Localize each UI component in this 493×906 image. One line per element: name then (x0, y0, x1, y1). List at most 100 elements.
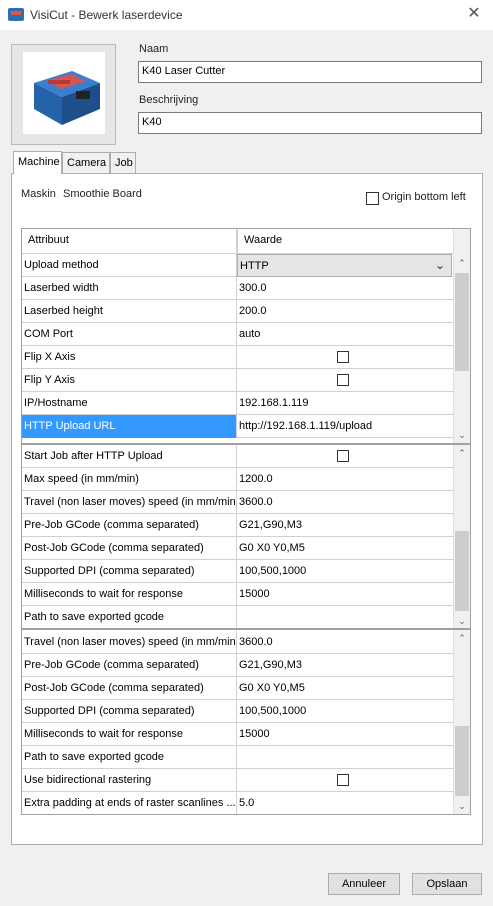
attribute-value[interactable]: 300.0 (237, 277, 452, 300)
properties-table-top: Attribuut Waarde Upload method HTTP ⌄ Laser… (21, 228, 471, 444)
table-scrollbar-top[interactable]: ⌃ ⌄ (453, 229, 470, 443)
scroll-up-icon[interactable]: ⌃ (454, 630, 470, 647)
table-row[interactable]: Laserbed width 300.0 (22, 277, 454, 300)
attribute-value[interactable]: G0 X0 Y0,M5 (237, 677, 452, 700)
attribute-value[interactable]: G21,G90,M3 (237, 514, 452, 537)
attribute-value[interactable]: G0 X0 Y0,M5 (237, 537, 452, 560)
attribute-value[interactable] (237, 346, 452, 369)
attribute-value[interactable]: 100,500,1000 (237, 700, 452, 723)
table-row[interactable]: Milliseconds to wait for response 15000 (22, 723, 454, 746)
table-row[interactable]: Flip Y Axis (22, 369, 454, 392)
attribute-value-text: 100,500,1000 (239, 565, 307, 577)
table-row[interactable]: Extra padding at ends of raster scanline… (22, 792, 454, 814)
table-scrollbar-middle[interactable]: ⌃ ⌄ (453, 445, 470, 628)
scroll-thumb[interactable] (455, 726, 469, 796)
value-checkbox[interactable] (337, 450, 349, 462)
scroll-down-icon[interactable]: ⌄ (454, 427, 470, 443)
attribute-value[interactable]: 192.168.1.119 (237, 392, 452, 415)
tab-job[interactable]: Job (110, 152, 136, 173)
value-checkbox[interactable] (337, 374, 349, 386)
table-row[interactable]: Flip X Axis (22, 346, 454, 369)
table-row[interactable]: Post-Job GCode (comma separated) G0 X0 Y0… (22, 537, 454, 560)
close-icon[interactable]: ✕ (465, 5, 483, 23)
attribute-value[interactable] (237, 369, 452, 392)
attribute-value-text: 3600.0 (239, 636, 273, 648)
scroll-up-icon[interactable]: ⌃ (454, 255, 470, 272)
table-row[interactable]: Start Job after HTTP Upload (22, 445, 454, 468)
table-row[interactable]: Upload method HTTP ⌄ (22, 254, 454, 277)
attribute-name: Supported DPI (comma separated) (22, 560, 237, 583)
attribute-name: Laserbed width (22, 277, 237, 300)
attribute-value[interactable]: 5.0 (237, 792, 452, 814)
table-row[interactable]: IP/Hostname 192.168.1.119 (22, 392, 454, 415)
attribute-value-text: 5.0 (239, 797, 255, 809)
attribute-value[interactable]: http://192.168.1.119/upload (237, 415, 452, 438)
attribute-value[interactable] (237, 746, 452, 769)
attribute-value[interactable] (237, 606, 452, 628)
attribute-name: Pre-Job GCode (comma separated) (22, 654, 237, 677)
table-row[interactable]: Use bidirectional rastering (22, 769, 454, 792)
device-preview-image (11, 44, 116, 145)
attribute-name: Use bidirectional rastering (22, 769, 237, 792)
attribute-value[interactable]: G21,G90,M3 (237, 654, 452, 677)
name-field[interactable]: K40 Laser Cutter (138, 61, 482, 83)
attribute-value[interactable] (237, 445, 452, 468)
attribute-name: Start Job after HTTP Upload (22, 445, 237, 468)
table-row[interactable]: Laserbed height 200.0 (22, 300, 454, 323)
scroll-up-icon[interactable]: ⌃ (454, 445, 470, 462)
table-row[interactable]: HTTP Upload URL http://192.168.1.119/uplo… (22, 415, 454, 438)
save-button[interactable]: Opslaan (412, 873, 482, 895)
attribute-value[interactable]: auto (237, 323, 452, 346)
tab-camera[interactable]: Camera (62, 152, 110, 173)
chevron-down-icon[interactable]: ⌄ (435, 258, 445, 272)
scroll-thumb[interactable] (455, 531, 469, 611)
table-row[interactable]: Post-Job GCode (comma separated) G0 X0 Y0… (22, 677, 454, 700)
attribute-value[interactable]: HTTP ⌄ (237, 254, 452, 277)
origin-bottom-left-checkbox[interactable] (366, 192, 379, 205)
attribute-value[interactable]: 15000 (237, 723, 452, 746)
attribute-name: Extra padding at ends of raster scanline… (22, 792, 237, 814)
table-row[interactable]: Max speed (in mm/min) 1200.0 (22, 468, 454, 491)
cancel-button[interactable]: Annuleer (328, 873, 400, 895)
column-header-attribute: Attribuut (22, 229, 237, 254)
attribute-value[interactable]: 1200.0 (237, 468, 452, 491)
value-checkbox[interactable] (337, 774, 349, 786)
attribute-value-text: 1200.0 (239, 473, 273, 485)
scroll-thumb[interactable] (455, 273, 469, 371)
origin-bottom-left-label: Origin bottom left (382, 191, 466, 203)
table-row[interactable]: Travel (non laser moves) speed (in mm/mi… (22, 631, 454, 654)
attribute-value[interactable]: 3600.0 (237, 631, 452, 654)
attribute-name: Supported DPI (comma separated) (22, 700, 237, 723)
attribute-name: Travel (non laser moves) speed (in mm/mi… (22, 631, 237, 654)
table-row[interactable]: Path to save exported gcode (22, 746, 454, 769)
attribute-value-text: 15000 (239, 588, 270, 600)
attribute-value-text: 15000 (239, 728, 270, 740)
description-field[interactable]: K40 (138, 112, 482, 134)
table-row[interactable]: Supported DPI (comma separated) 100,500,1… (22, 700, 454, 723)
attribute-value-text: 3600.0 (239, 496, 273, 508)
table-row[interactable]: Supported DPI (comma separated) 100,500,1… (22, 560, 454, 583)
tab-machine[interactable]: Machine (13, 151, 62, 174)
attribute-value[interactable]: 200.0 (237, 300, 452, 323)
table-row[interactable]: Pre-Job GCode (comma separated) G21,G90,M… (22, 654, 454, 677)
scroll-down-icon[interactable]: ⌄ (454, 798, 470, 814)
title-bar: VisiCut - Bewerk laserdevice ✕ (0, 0, 493, 30)
attribute-value[interactable]: 15000 (237, 583, 452, 606)
table-row[interactable]: Path to save exported gcode (22, 606, 454, 628)
table-row[interactable]: Travel (non laser moves) speed (in mm/mi… (22, 491, 454, 514)
attribute-value-text: 200.0 (239, 305, 267, 317)
table-row[interactable]: Pre-Job GCode (comma separated) G21,G90,M… (22, 514, 454, 537)
value-checkbox[interactable] (337, 351, 349, 363)
properties-table-middle: Start Job after HTTP Upload Max speed (in… (21, 444, 471, 629)
table-row[interactable]: COM Port auto (22, 323, 454, 346)
attribute-value[interactable] (237, 769, 452, 792)
attribute-value[interactable]: 3600.0 (237, 491, 452, 514)
attribute-name: Post-Job GCode (comma separated) (22, 677, 237, 700)
table-scrollbar-bottom[interactable]: ⌃ ⌄ (453, 630, 470, 814)
app-icon (8, 8, 24, 21)
name-label: Naam (139, 43, 169, 55)
table-row[interactable]: Milliseconds to wait for response 15000 (22, 583, 454, 606)
scroll-down-icon[interactable]: ⌄ (454, 613, 470, 628)
attribute-name: Milliseconds to wait for response (22, 583, 237, 606)
attribute-value[interactable]: 100,500,1000 (237, 560, 452, 583)
